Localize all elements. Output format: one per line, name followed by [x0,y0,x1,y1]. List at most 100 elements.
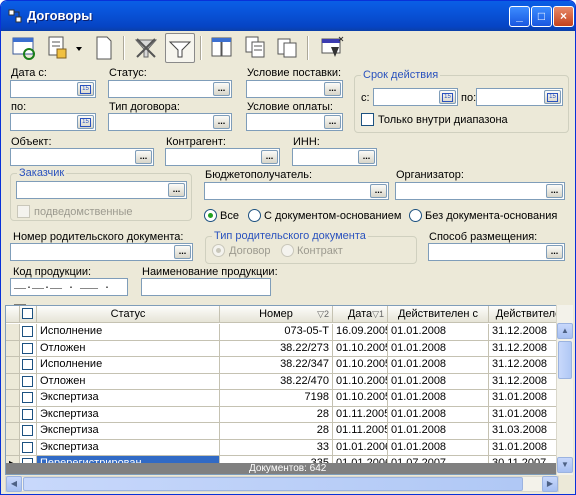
scroll-up-button[interactable]: ▲ [557,323,573,339]
status-select-button[interactable]: ... [213,82,230,96]
table-row[interactable]: Экспертиза 28 01.11.2005 01.01.2008 31.01.20… [6,406,569,423]
row-checkbox-cell[interactable] [20,423,37,440]
column-header-date[interactable]: Дата ▽1 [333,306,388,323]
radio-contract[interactable] [212,244,225,257]
product-name-field[interactable] [141,278,271,296]
row-indicator [6,406,20,423]
cell-status: Отложен [37,340,220,357]
calendar-icon: 15 [80,118,91,127]
refresh-button[interactable] [9,33,39,63]
row-checkbox[interactable] [22,359,33,370]
close-button[interactable]: × [553,6,574,27]
delivery-terms-field[interactable]: ... [246,80,343,98]
date-to-calendar-button[interactable]: 15 [77,115,94,129]
horizontal-scroll-thumb[interactable] [23,477,523,491]
row-checkbox-cell[interactable] [20,373,37,390]
contract-type-field[interactable]: ... [108,113,232,131]
horizontal-scrollbar[interactable]: ◀ ▶ [5,476,559,492]
period-from-calendar-button[interactable]: 15 [439,90,456,104]
row-checkbox[interactable] [22,408,33,420]
table-row[interactable]: Исполнение 38.22/347 01.10.2005 01.01.2008 3… [6,357,569,374]
placement-method-field[interactable]: ... [428,243,565,261]
new-document-button[interactable] [89,33,119,63]
scroll-left-button[interactable]: ◀ [6,476,22,492]
object-field[interactable]: ... [10,148,154,166]
table-row[interactable]: Экспертиза 33 01.01.2006 01.01.2008 31.01.20… [6,439,569,456]
clear-filter-button[interactable] [131,33,161,63]
budget-recipient-select-button[interactable]: ... [370,184,387,198]
status-field[interactable]: ... [108,80,232,98]
table-row[interactable]: Отложен 38.22/273 01.10.2005 01.01.2008 31.1… [6,340,569,357]
dropdown-arrow-button[interactable] [73,33,85,63]
column-header-status[interactable]: Статус [37,306,220,323]
payment-terms-field[interactable]: ... [246,113,343,131]
delivery-terms-select-button[interactable]: ... [324,82,341,96]
maximize-button[interactable]: □ [531,6,552,27]
period-to-field[interactable]: 15 [476,88,563,106]
row-checkbox[interactable] [22,425,33,436]
parent-doc-number-field[interactable]: ... [10,243,193,261]
date-from-calendar-button[interactable]: 15 [77,82,94,96]
export-button[interactable] [317,33,347,63]
row-checkbox-cell[interactable] [20,390,37,407]
only-inside-range-checkbox[interactable] [361,113,374,126]
organizer-field[interactable]: ... [395,182,565,200]
row-checkbox-cell[interactable] [20,340,37,357]
column-header-number[interactable]: Номер ▽2 [220,306,333,323]
column-header-number-label: Номер [259,308,293,320]
row-checkbox-cell[interactable] [20,406,37,423]
radio-with-base-document[interactable] [248,209,261,222]
vertical-scroll-thumb[interactable] [558,341,572,379]
cell-status: Экспертиза [37,423,220,440]
radio-without-base-document[interactable] [409,209,422,222]
row-checkbox-cell[interactable] [20,324,37,341]
subordinate-checkbox[interactable] [17,205,30,218]
contract-type-select-button[interactable]: ... [213,115,230,129]
minimize-button[interactable]: _ [509,6,530,27]
document-list-button[interactable] [43,33,73,63]
app-icon [8,9,22,23]
table-row[interactable]: Экспертиза 7198 01.10.2005 01.01.2008 31.01.… [6,390,569,407]
row-checkbox-cell[interactable] [20,357,37,374]
columns-button[interactable] [207,33,237,63]
customer-select-button[interactable]: ... [168,183,185,197]
radio-all[interactable] [204,209,217,222]
column-header-valid-from[interactable]: Действителен с [388,306,489,323]
scroll-down-button[interactable]: ▼ [557,457,573,473]
paste-button[interactable] [273,33,303,63]
placement-method-select-button[interactable]: ... [546,245,563,259]
select-all-checkbox[interactable] [22,308,33,319]
date-to-field[interactable]: 15 [10,113,96,131]
row-checkbox[interactable] [22,392,33,403]
row-checkbox[interactable] [22,375,33,387]
budget-recipient-field[interactable]: ... [204,182,389,200]
object-select-button[interactable]: ... [135,150,152,164]
period-from-field[interactable]: 15 [373,88,458,106]
copy-button[interactable] [241,33,271,63]
period-to-calendar-button[interactable]: 15 [544,90,561,104]
row-checkbox[interactable] [22,441,33,453]
date-from-field[interactable]: 15 [10,80,96,98]
counterparty-field[interactable]: ... [165,148,280,166]
filter-button[interactable] [165,33,195,63]
toolbar-separator [307,36,309,60]
parent-doc-number-select-button[interactable]: ... [174,245,191,259]
vertical-scrollbar[interactable]: ▲ ▼ [556,305,573,475]
counterparty-select-button[interactable]: ... [261,150,278,164]
payment-terms-select-button[interactable]: ... [324,115,341,129]
table-row[interactable]: Отложен 38.22/470 01.10.2005 01.01.2008 31.1… [6,373,569,390]
table-row[interactable]: Исполнение 073-05-Т 16.09.2005 01.01.2008 31… [6,324,569,341]
organizer-select-button[interactable]: ... [546,184,563,198]
row-checkbox-cell[interactable] [20,439,37,456]
scroll-right-button[interactable]: ▶ [542,476,558,492]
radio-agreement[interactable] [281,244,294,257]
placement-method-label: Способ размещения: [429,231,538,243]
inn-field[interactable]: ... [292,148,377,166]
customer-field[interactable]: ... [16,181,187,199]
inn-select-button[interactable]: ... [358,150,375,164]
select-all-header[interactable] [20,306,37,323]
row-checkbox[interactable] [22,342,33,354]
product-code-field[interactable]: __.__.__ . ___ . __ [10,278,128,308]
table-row[interactable]: Экспертиза 28 01.11.2005 01.01.2008 31.03.20… [6,423,569,440]
row-checkbox[interactable] [22,326,33,337]
